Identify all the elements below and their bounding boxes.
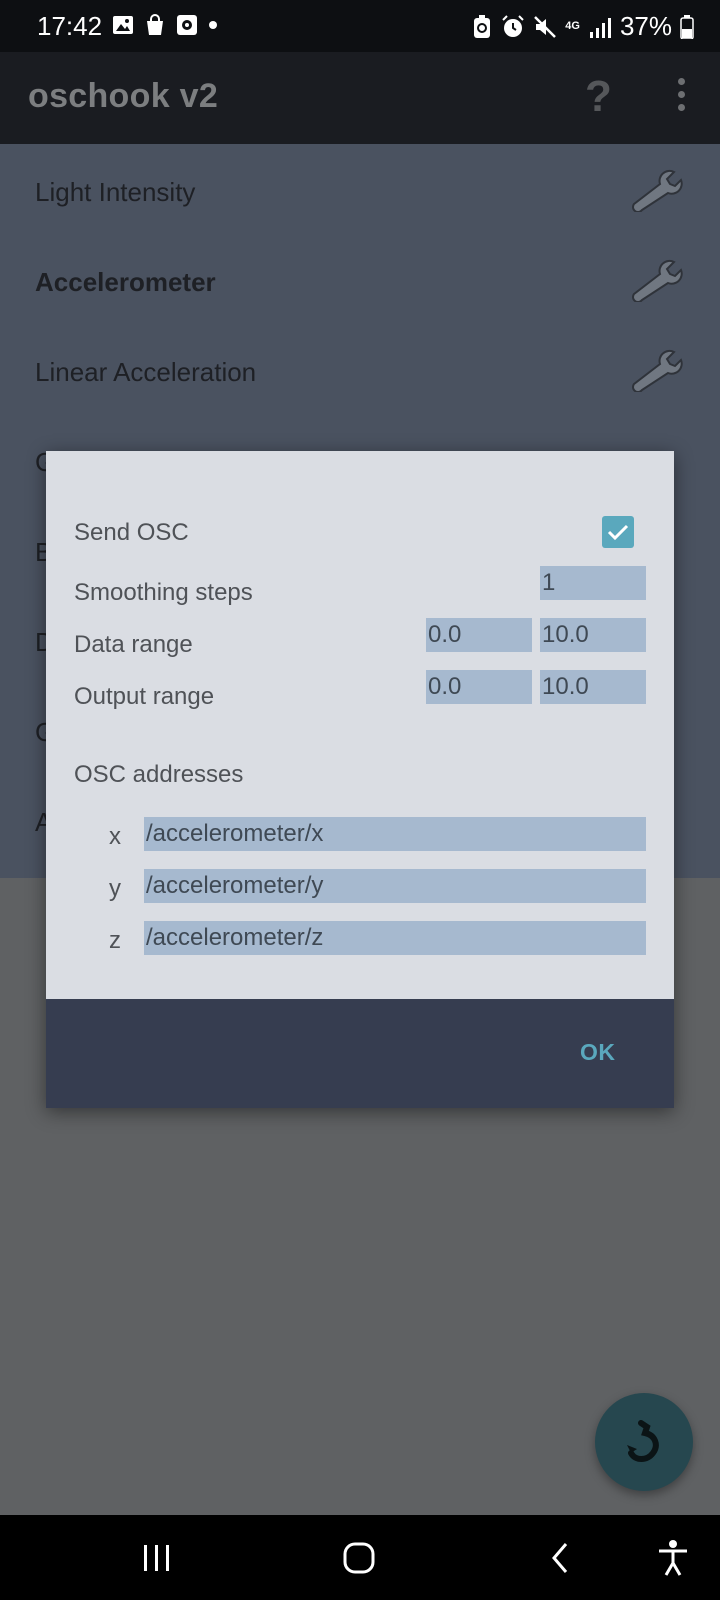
recent-apps-icon[interactable] (140, 1543, 174, 1573)
notification-dot-icon (209, 21, 217, 29)
sensor-label: Linear Acceleration (35, 357, 257, 387)
status-time: 17:42 (37, 11, 103, 41)
app-title: oschook v2 (28, 77, 219, 115)
dialog-footer: OK (46, 999, 674, 1108)
signal-strength-icon (589, 17, 611, 38)
system-navigation-bar (0, 1515, 720, 1600)
wrench-icon[interactable] (628, 258, 684, 302)
battery-icon (680, 14, 694, 39)
smoothing-steps-label: Smoothing steps (74, 579, 253, 606)
osc-address-y-input[interactable]: /accelerometer/y (144, 869, 646, 903)
output-range-min-input[interactable]: 0.0 (426, 670, 532, 704)
battery-percentage: 37% (619, 11, 672, 41)
app-bar: oschook v2 ? (0, 52, 720, 144)
gallery-icon (113, 16, 133, 34)
back-icon[interactable] (548, 1541, 572, 1575)
data-range-min-input[interactable]: 0.0 (426, 618, 532, 652)
help-button[interactable]: ? (585, 72, 612, 122)
axis-label-y: y (109, 875, 121, 902)
hook-icon (627, 1420, 659, 1462)
send-osc-label: Send OSC (74, 519, 189, 546)
screen-recorder-icon (177, 15, 197, 35)
battery-saver-icon (474, 14, 491, 38)
wrench-icon[interactable] (628, 168, 684, 212)
output-range-label: Output range (74, 683, 215, 710)
send-osc-checkbox[interactable] (602, 516, 634, 548)
axis-label-z: z (109, 927, 121, 954)
sensor-item-light-intensity[interactable]: Light Intensity (0, 144, 720, 236)
mute-icon (534, 15, 557, 38)
output-range-max-input[interactable]: 10.0 (540, 670, 646, 704)
sensor-item-accelerometer[interactable]: Accelerometer (0, 234, 720, 326)
checkmark-icon (607, 524, 629, 541)
wrench-icon[interactable] (628, 348, 684, 392)
axis-label-x: x (109, 823, 121, 850)
alarm-icon (502, 14, 524, 37)
data-range-label: Data range (74, 631, 193, 658)
overflow-menu-icon[interactable] (676, 78, 686, 114)
ok-button[interactable]: OK (580, 1039, 616, 1066)
sensor-item-linear-acceleration[interactable]: Linear Acceleration (0, 324, 720, 416)
home-icon[interactable] (342, 1541, 376, 1575)
hook-fab-button[interactable] (595, 1393, 693, 1491)
status-bar: 17:42 4G 37% (0, 0, 720, 52)
sensor-label: Light Intensity (35, 177, 196, 207)
smoothing-steps-input[interactable]: 1 (540, 566, 646, 600)
network-type-label: 4G (565, 20, 580, 32)
osc-address-x-input[interactable]: /accelerometer/x (144, 817, 646, 851)
data-range-max-input[interactable]: 10.0 (540, 618, 646, 652)
osc-addresses-label: OSC addresses (74, 761, 244, 788)
sensor-label: Accelerometer (35, 267, 216, 297)
shopping-bag-icon (147, 14, 163, 35)
sensor-settings-dialog: Send OSC Smoothing steps 1 Data range 0.… (46, 451, 674, 1108)
accessibility-icon[interactable] (656, 1539, 690, 1577)
osc-address-z-input[interactable]: /accelerometer/z (144, 921, 646, 955)
